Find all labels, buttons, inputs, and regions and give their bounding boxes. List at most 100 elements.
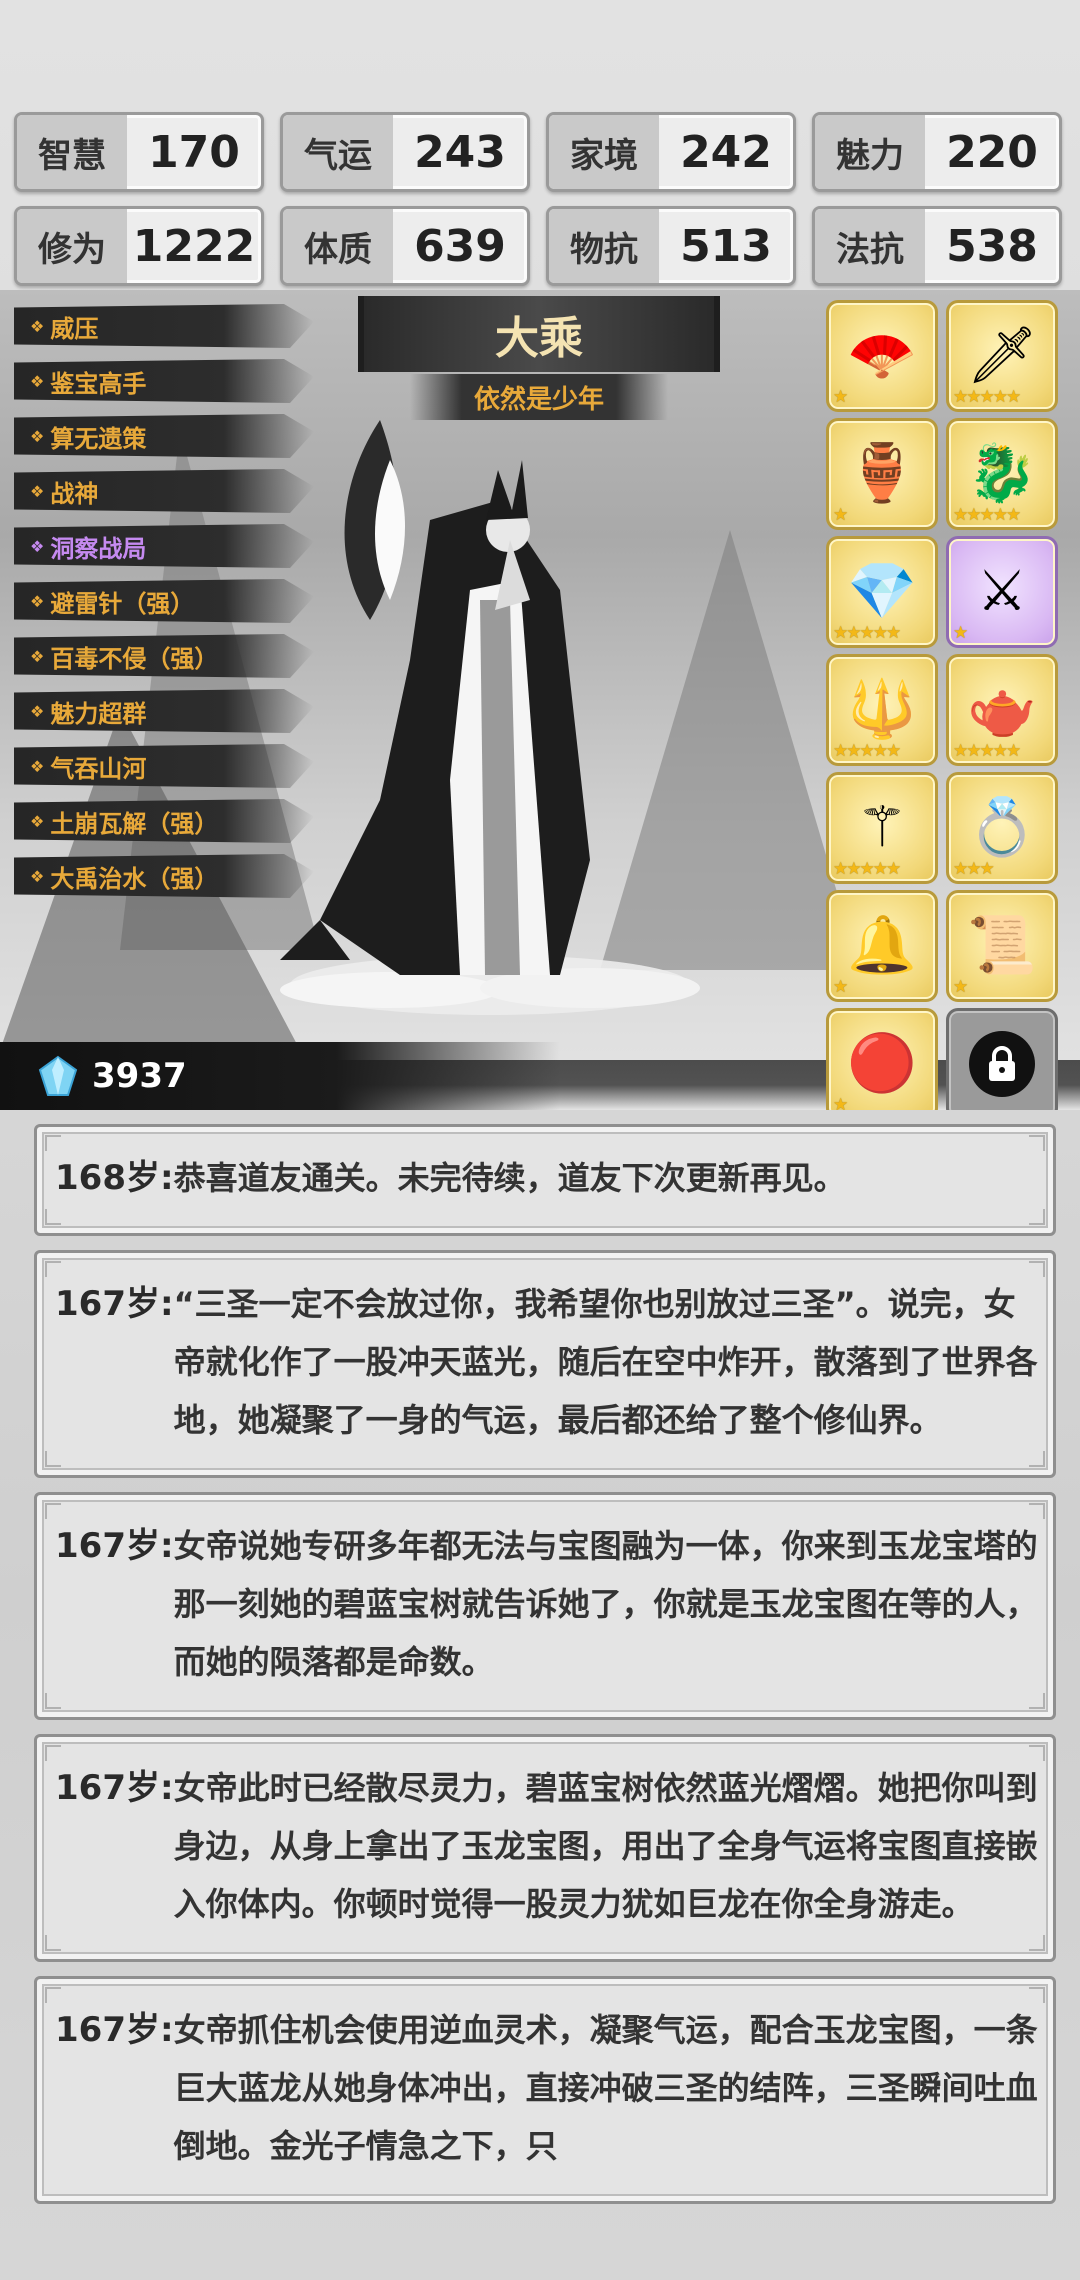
skill-item[interactable]: ❖ 鉴宝高手 <box>14 359 314 403</box>
corner-ornament <box>1029 1209 1045 1225</box>
skill-label: 百毒不侵（强） <box>50 644 219 673</box>
skill-bullet-icon: ❖ <box>30 316 45 336</box>
gem-count: 3937 <box>92 1056 187 1096</box>
log-age: 168岁: <box>55 1158 174 1198</box>
log-text: 女帝抓住机会使用逆血灵术，凝聚气运，配合玉龙宝图，一条巨大蓝龙从她身体冲出，直接… <box>173 2011 1038 2165</box>
red-orb-icon: 🔴 <box>847 1031 917 1096</box>
skill-bullet-icon: ❖ <box>30 591 45 611</box>
jade-sword-icon: 🗡 <box>966 323 1038 388</box>
stat-charm: 魅力 220 <box>812 112 1062 192</box>
equipment-slot[interactable]: 🔴 ★ <box>826 1008 938 1110</box>
fan-icon: 🪭 <box>847 323 917 388</box>
star-rating: ★★★★★ <box>833 741 901 761</box>
log-text: 恭喜道友通关。未完待续，道友下次更新再见。 <box>173 1159 846 1197</box>
equipment-slot[interactable]: 🔔 ★ <box>826 890 938 1002</box>
stat-label: 家境 <box>549 115 659 189</box>
corner-ornament <box>1029 1935 1045 1951</box>
stat-label: 法抗 <box>815 209 925 283</box>
skill-bullet-icon: ❖ <box>30 536 45 556</box>
cauldron-icon: 🏺 <box>847 441 917 506</box>
corner-ornament <box>45 1987 61 2003</box>
golden-staff-icon: ⚚ <box>856 795 908 860</box>
star-rating: ★ <box>833 977 848 997</box>
skill-label: 战神 <box>50 479 99 508</box>
dragon-boat-icon: 🐉 <box>967 441 1037 506</box>
log-age: 167岁: <box>55 1284 174 1324</box>
character-scene: ❖ 威压 ❖ 鉴宝高手 ❖ 算无遗策 ❖ 战神 ❖ 洞察战局 ❖ 避雷针（强） ❖ 百毒不侵（… <box>0 290 1080 1110</box>
equipment-slot[interactable]: 🐉 ★★★★★ <box>946 418 1058 530</box>
scroll-icon: 📜 <box>967 913 1037 978</box>
star-rating: ★ <box>833 505 848 525</box>
skill-label: 避雷针（强） <box>50 589 195 618</box>
log-entry: 167岁: 女帝抓住机会使用逆血灵术，凝聚气运，配合玉龙宝图，一条巨大蓝龙从她身… <box>34 1976 1056 2204</box>
equipment-slot[interactable]: 🏺 ★ <box>826 418 938 530</box>
star-rating: ★★★★★ <box>953 505 1021 525</box>
equipment-slot[interactable]: 🫖 ★★★★★ <box>946 654 1058 766</box>
equipment-slot[interactable]: 🔱 ★★★★★ <box>826 654 938 766</box>
log-entry: 167岁: 女帝此时已经散尽灵力，碧蓝宝树依然蓝光熠熠。她把你叫到身边，从身上拿… <box>34 1734 1056 1962</box>
equipment-slot[interactable]: 📜 ★ <box>946 890 1058 1002</box>
corner-ornament <box>45 1451 61 1467</box>
equipment-slot[interactable]: 💎 ★★★★★ <box>826 536 938 648</box>
corner-ornament <box>1029 1503 1045 1519</box>
blue-blade-icon: 🔱 <box>847 677 917 742</box>
stat-label: 物抗 <box>549 209 659 283</box>
skill-bullet-icon: ❖ <box>30 426 45 446</box>
corner-ornament <box>1029 1693 1045 1709</box>
corner-ornament <box>1029 1451 1045 1467</box>
skill-bullet-icon: ❖ <box>30 756 45 776</box>
star-rating: ★★★★★ <box>953 741 1021 761</box>
skill-label: 气吞山河 <box>50 754 147 783</box>
locked-equipment-slot[interactable] <box>946 1008 1058 1110</box>
equipment-grid: 🪭 ★ 🗡 ★★★★★ 🏺 ★ 🐉 ★★★★★ 💎 ★★★★★ ⚔ ★ 🔱 ★★★★★ 🫖 ★★★★★ ⚚ ★★★… <box>826 300 1062 1110</box>
skill-bullet-icon: ❖ <box>30 371 45 391</box>
skill-item[interactable]: ❖ 威压 <box>14 304 314 348</box>
skill-label: 威压 <box>50 314 99 343</box>
stat-constitution: 体质 639 <box>280 206 530 286</box>
ruby-ring-icon: 💍 <box>967 795 1037 860</box>
log-age: 167岁: <box>55 2010 174 2050</box>
stat-label: 体质 <box>283 209 393 283</box>
star-rating: ★ <box>953 623 968 643</box>
stat-label: 魅力 <box>815 115 925 189</box>
teapot-icon: 🫖 <box>967 677 1037 742</box>
skill-label: 魅力超群 <box>50 699 147 728</box>
log-entry: 167岁: 女帝说她专研多年都无法与宝图融为一体，你来到玉龙宝塔的那一刻她的碧蓝… <box>34 1492 1056 1720</box>
corner-ornament <box>45 1261 61 1277</box>
skill-bullet-icon: ❖ <box>30 866 45 886</box>
stat-label: 智慧 <box>17 115 127 189</box>
stat-value: 242 <box>680 126 772 178</box>
hero-character-illustration <box>280 420 700 1015</box>
star-rating: ★★★ <box>953 859 995 879</box>
golden-scepter-icon: 🔔 <box>847 913 917 978</box>
rainbow-crystal-icon: 💎 <box>847 559 917 624</box>
skill-bullet-icon: ❖ <box>30 811 45 831</box>
realm-title: 大乘 <box>358 296 720 372</box>
silver-sword-icon: ⚔ <box>976 559 1028 624</box>
corner-ornament <box>45 1209 61 1225</box>
corner-ornament <box>45 1503 61 1519</box>
corner-ornament <box>1029 1745 1045 1761</box>
stat-family: 家境 242 <box>546 112 796 192</box>
skill-bullet-icon: ❖ <box>30 646 45 666</box>
stats-row: 修为 1222 体质 639 物抗 513 法抗 538 <box>14 206 1066 286</box>
stat-luck: 气运 243 <box>280 112 530 192</box>
lock-icon <box>969 1031 1035 1097</box>
corner-ornament <box>1029 1987 1045 2003</box>
event-log[interactable]: 168岁: 恭喜道友通关。未完待续，道友下次更新再见。 167岁: “三圣一定不… <box>34 1124 1056 2218</box>
equipment-slot[interactable]: ⚔ ★ <box>946 536 1058 648</box>
stat-value: 513 <box>680 220 772 272</box>
equipment-slot[interactable]: 🗡 ★★★★★ <box>946 300 1058 412</box>
equipment-slot[interactable]: 🪭 ★ <box>826 300 938 412</box>
log-entry: 168岁: 恭喜道友通关。未完待续，道友下次更新再见。 <box>34 1124 1056 1236</box>
stat-cultivation: 修为 1222 <box>14 206 264 286</box>
stats-row: 智慧 170 气运 243 家境 242 魅力 220 <box>14 112 1066 192</box>
equipment-slot[interactable]: 💍 ★★★ <box>946 772 1058 884</box>
log-age: 167岁: <box>55 1768 174 1808</box>
stat-value: 220 <box>946 126 1038 178</box>
star-rating: ★★★★★ <box>953 387 1021 407</box>
stats-panel: 智慧 170 气运 243 家境 242 魅力 220 修为 1222 体质 639 物抗 5… <box>14 112 1066 300</box>
stat-value: 1222 <box>132 220 256 272</box>
log-text: 女帝此时已经散尽灵力，碧蓝宝树依然蓝光熠熠。她把你叫到身边，从身上拿出了玉龙宝图… <box>173 1769 1038 1923</box>
equipment-slot[interactable]: ⚚ ★★★★★ <box>826 772 938 884</box>
